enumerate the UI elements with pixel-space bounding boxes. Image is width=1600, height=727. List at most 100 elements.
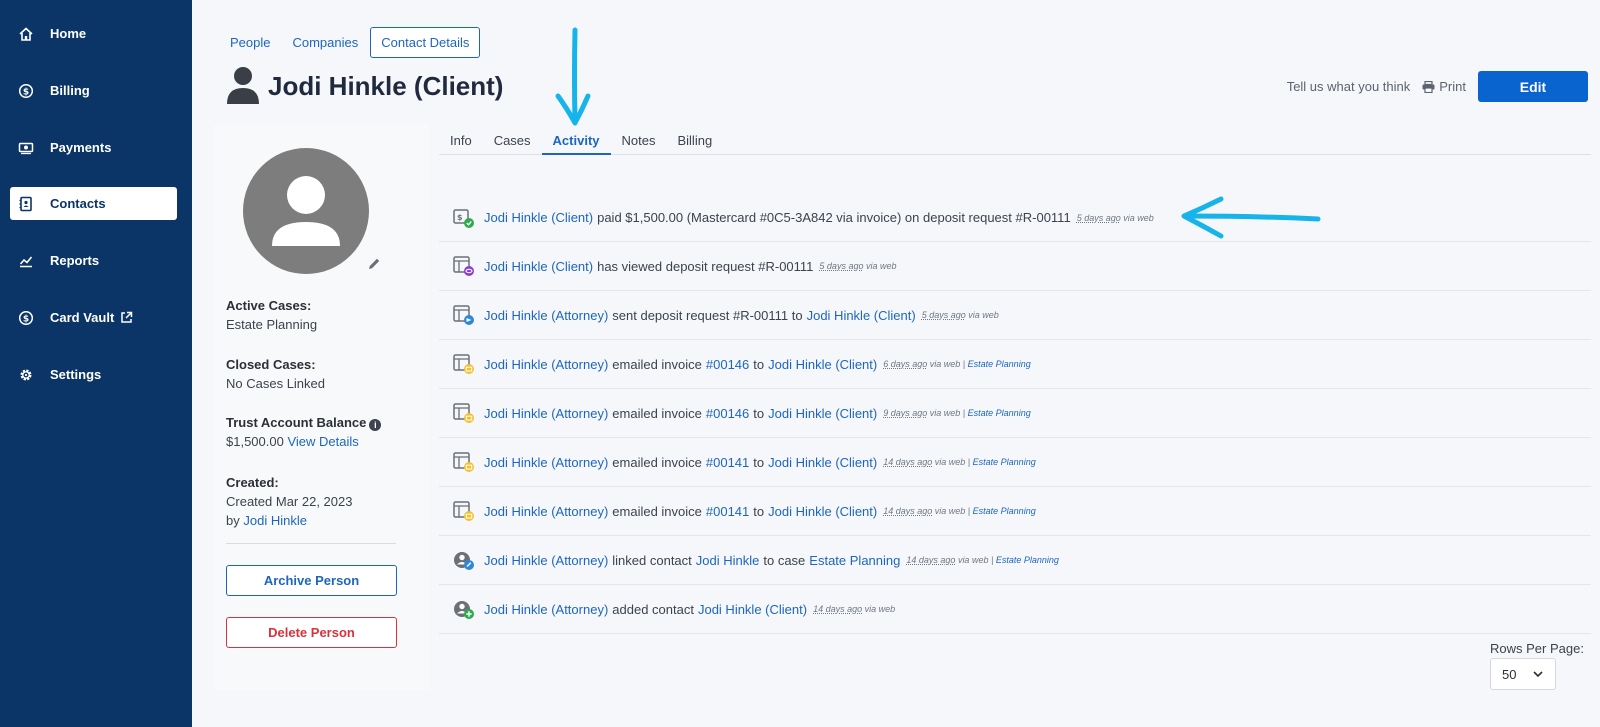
activity-timestamp: 5 days ago (921, 310, 966, 320)
breadcrumb-people[interactable]: People (220, 28, 280, 57)
activity-text: sent deposit request #R-00111 to (612, 307, 803, 323)
active-cases-value: Estate Planning (226, 317, 318, 332)
activity-text: added contact (612, 601, 694, 617)
tab-notes[interactable]: Notes (611, 128, 667, 155)
activity-timestamp: 14 days ago (906, 555, 956, 565)
activity-meta: 14 days ago via web | Estate Planning (883, 457, 1035, 467)
activity-link[interactable]: #00146 (706, 406, 749, 421)
activity-link[interactable]: Jodi Hinkle (Client) (768, 455, 877, 470)
breadcrumb-companies[interactable]: Companies (282, 28, 368, 57)
rows-per-page-select[interactable]: 50 (1490, 658, 1556, 690)
delete-person-button[interactable]: Delete Person (226, 617, 397, 648)
activity-link[interactable]: Jodi Hinkle (Attorney) (484, 602, 608, 617)
activity-link[interactable]: Jodi Hinkle (Attorney) (484, 357, 608, 372)
activity-row: Jodi Hinkle (Attorney) emailed invoice #00… (439, 438, 1591, 487)
activity-link[interactable]: Jodi Hinkle (Attorney) (484, 553, 608, 568)
created-by-prefix: by (226, 513, 240, 528)
printer-icon (1422, 80, 1435, 93)
activity-source: via web (968, 310, 999, 320)
activity-link[interactable]: Jodi Hinkle (Client) (807, 308, 916, 323)
edit-avatar-pencil-icon[interactable] (366, 256, 382, 272)
contact-linked-icon (454, 552, 474, 570)
activity-link[interactable]: Jodi Hinkle (Attorney) (484, 308, 608, 323)
activity-case-link[interactable]: Estate Planning (996, 555, 1059, 565)
sidebar-item-billing[interactable]: $ Billing (10, 74, 177, 107)
activity-source: via web | (957, 555, 994, 565)
activity-row: Jodi Hinkle (Attorney) linked contact Jodi… (439, 536, 1591, 585)
activity-link[interactable]: Jodi Hinkle (Client) (768, 357, 877, 372)
trust-balance-value: $1,500.00 (226, 434, 284, 449)
activity-case-link[interactable]: Estate Planning (968, 408, 1031, 418)
sidebar-item-contacts[interactable]: Contacts (10, 187, 177, 220)
activity-text: to (753, 503, 765, 519)
sidebar-item-settings[interactable]: Settings (10, 358, 177, 391)
sidebar-item-label: Contacts (50, 196, 106, 211)
print-button[interactable]: Print (1422, 79, 1466, 94)
sidebar-item-home[interactable]: Home (10, 17, 177, 50)
activity-case-link[interactable]: Estate Planning (973, 457, 1036, 467)
activity-case-link[interactable]: Estate Planning (968, 359, 1031, 369)
created-label: Created: (226, 475, 279, 490)
invoice-emailed-icon (453, 354, 474, 374)
sidebar-item-payments[interactable]: Payments (10, 131, 177, 164)
activity-row: Jodi Hinkle (Client) has viewed deposit r… (439, 242, 1591, 291)
home-icon (19, 27, 33, 41)
breadcrumb-contact-details[interactable]: Contact Details (370, 27, 481, 58)
activity-text: to case (763, 552, 806, 568)
tab-billing[interactable]: Billing (666, 128, 723, 155)
sidebar-item-label: Payments (50, 140, 112, 155)
page-header: Jodi Hinkle (Client) (226, 66, 503, 106)
feedback-link[interactable]: Tell us what you think (1287, 79, 1411, 94)
activity-link[interactable]: Jodi Hinkle (Attorney) (484, 504, 608, 519)
activity-source: via web | (934, 457, 971, 467)
activity-link[interactable]: Jodi Hinkle (Attorney) (484, 406, 608, 421)
activity-row: Jodi Hinkle (Attorney) emailed invoice #00… (439, 487, 1591, 536)
page-title: Jodi Hinkle (Client) (268, 70, 504, 101)
archive-person-button[interactable]: Archive Person (226, 565, 397, 596)
activity-meta: 5 days ago via web (1077, 213, 1154, 223)
tab-cases[interactable]: Cases (483, 128, 542, 155)
activity-link[interactable]: Jodi Hinkle (696, 553, 760, 568)
activity-source: via web (864, 604, 896, 614)
activity-link[interactable]: Jodi Hinkle (Client) (484, 210, 593, 225)
trust-balance-label: Trust Account Balance (226, 415, 367, 430)
invoice-emailed-icon (453, 452, 474, 472)
activity-link[interactable]: Jodi Hinkle (Client) (768, 504, 877, 519)
invoice-viewed-icon (453, 256, 474, 276)
activity-row: Jodi Hinkle (Attorney) emailed invoice #00… (439, 389, 1591, 438)
payment-received-icon: $ (453, 208, 474, 228)
activity-link[interactable]: Estate Planning (809, 553, 900, 568)
info-icon[interactable]: i (369, 419, 382, 431)
tab-activity[interactable]: Activity (541, 128, 611, 155)
activity-meta: 5 days ago via web (922, 310, 999, 320)
tab-info[interactable]: Info (439, 128, 483, 155)
activity-timestamp: 5 days ago (1076, 212, 1121, 223)
external-link-icon (121, 311, 133, 323)
view-details-link[interactable]: View Details (287, 434, 358, 449)
rows-per-page-label: Rows Per Page: (1490, 641, 1584, 656)
activity-meta: 6 days ago via web | Estate Planning (883, 359, 1030, 369)
activity-link[interactable]: #00146 (706, 357, 749, 372)
breadcrumb: People Companies Contact Details (220, 27, 482, 58)
activity-link[interactable]: Jodi Hinkle (Attorney) (484, 455, 608, 470)
active-cases: Active Cases: Estate Planning (226, 296, 317, 334)
sidebar-item-card-vault[interactable]: $ Card Vault (10, 301, 177, 334)
sidebar-item-label: Settings (50, 367, 102, 382)
activity-link[interactable]: Jodi Hinkle (Client) (698, 602, 807, 617)
activity-link[interactable]: Jodi Hinkle (Client) (768, 406, 877, 421)
svg-text:$: $ (23, 87, 29, 97)
sidebar-item-label: Reports (50, 253, 100, 268)
activity-source: via web (865, 261, 897, 271)
activity-link[interactable]: #00141 (706, 455, 749, 470)
activity-meta: 9 days ago via web | Estate Planning (883, 408, 1030, 418)
activity-case-link[interactable]: Estate Planning (973, 506, 1036, 516)
activity-row: Jodi Hinkle (Attorney) sent deposit reque… (439, 291, 1591, 340)
chart-icon (19, 256, 33, 268)
activity-text: to (753, 405, 765, 421)
activity-link[interactable]: Jodi Hinkle (Client) (484, 259, 593, 274)
header-actions: Tell us what you think Print Edit (1287, 71, 1588, 102)
edit-button[interactable]: Edit (1478, 71, 1588, 102)
created-by-link[interactable]: Jodi Hinkle (243, 513, 307, 528)
activity-link[interactable]: #00141 (706, 504, 749, 519)
sidebar-item-reports[interactable]: Reports (10, 244, 177, 277)
